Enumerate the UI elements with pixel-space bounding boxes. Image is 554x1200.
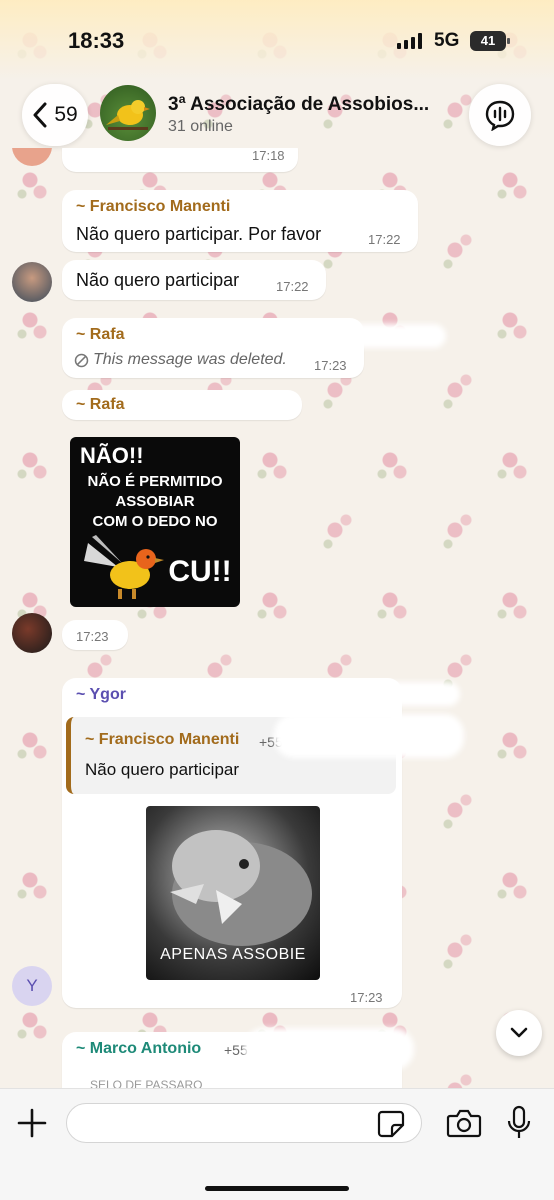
redaction: [220, 324, 446, 348]
message-bubble[interactable]: ~ Francisco Manenti Não quero participar…: [62, 190, 418, 252]
sticker-image[interactable]: APENAS ASSOBIE: [146, 806, 320, 980]
message-time: 17:18: [252, 148, 285, 163]
status-time: 18:33: [68, 28, 125, 53]
redaction: [250, 682, 460, 706]
message-time: 17:22: [368, 232, 401, 247]
sender-name[interactable]: ~ Francisco Manenti: [76, 198, 230, 216]
message-list[interactable]: 17:18 ~ Francisco Manenti Não quero part…: [0, 148, 554, 1088]
avatar[interactable]: [12, 262, 52, 302]
reply-sender: ~ Francisco Manenti: [85, 731, 240, 748]
sticker-text: NÃO!!: [80, 443, 144, 468]
online-count: 31 online: [168, 118, 233, 135]
plus-icon[interactable]: [14, 1105, 50, 1141]
home-indicator: [205, 1186, 349, 1191]
voice-chat-button[interactable]: [469, 84, 531, 146]
microphone-icon[interactable]: [506, 1105, 532, 1141]
sticker-text: CU!!: [168, 555, 232, 588]
sender-name[interactable]: ~ Rafa: [76, 326, 124, 344]
chevron-down-icon: [510, 1027, 528, 1038]
sticker-caption: APENAS ASSOBIE: [160, 946, 306, 963]
network-type: 5G: [434, 30, 460, 51]
deleted-icon: [74, 353, 89, 368]
sender-name[interactable]: ~ Rafa: [76, 396, 124, 414]
bird-icon: [84, 535, 164, 599]
avatar[interactable]: Y: [12, 966, 52, 1006]
message-text: Não quero participar. Por favor: [76, 224, 322, 244]
message-bubble[interactable]: 17:23: [62, 620, 128, 650]
status-bar: 18:33 5G 41: [0, 0, 554, 80]
message-bubble[interactable]: Não quero participar 17:22: [62, 260, 326, 300]
redaction: [244, 1028, 414, 1070]
sender-name[interactable]: ~ Marco Antonio: [76, 1040, 201, 1058]
message-text: Não quero participar: [76, 270, 240, 290]
scroll-down-button[interactable]: [496, 1010, 542, 1056]
signal-icon: [397, 33, 422, 49]
audio-wave-icon: [485, 100, 515, 131]
reply-text: Não quero participar: [85, 760, 240, 779]
group-avatar[interactable]: [100, 85, 156, 141]
deleted-text: This message was deleted.: [93, 351, 287, 368]
avatar-initial: Y: [26, 976, 38, 995]
sticker-image[interactable]: NÃO!! NÃO É PERMITIDO ASSOBIAR COM O DED…: [70, 437, 240, 607]
preview-text: SELO DE PASSARO: [90, 1078, 203, 1088]
unread-count: 59: [54, 103, 78, 126]
sender-name[interactable]: ~ Ygor: [76, 686, 126, 704]
message-input[interactable]: [66, 1103, 422, 1143]
message-bubble[interactable]: 17:18: [62, 148, 298, 172]
avatar[interactable]: [12, 148, 52, 166]
camera-icon[interactable]: [446, 1107, 482, 1139]
battery-icon: 41: [470, 31, 510, 51]
sticker-text: NÃO É PERMITIDO: [87, 473, 223, 490]
battery-level: 41: [480, 33, 496, 48]
group-title[interactable]: 3ª Associação de Assobios...: [168, 94, 448, 116]
composer-bar: [0, 1088, 554, 1200]
bird-icon: [106, 100, 150, 130]
message-bubble[interactable]: ~ Rafa: [62, 390, 302, 420]
sticker-text: ASSOBIAR: [115, 493, 195, 510]
chevron-left-icon: [33, 102, 47, 128]
avatar[interactable]: [12, 613, 52, 653]
back-button[interactable]: 59: [22, 84, 88, 146]
message-time: 17:23: [350, 990, 383, 1005]
message-time: 17:23: [76, 629, 109, 644]
redaction: [274, 714, 464, 758]
sticker-text: COM O DEDO NO: [92, 513, 218, 530]
message-time: 17:22: [276, 279, 309, 294]
sticker-icon[interactable]: [376, 1109, 406, 1139]
message-time: 17:23: [314, 358, 347, 373]
